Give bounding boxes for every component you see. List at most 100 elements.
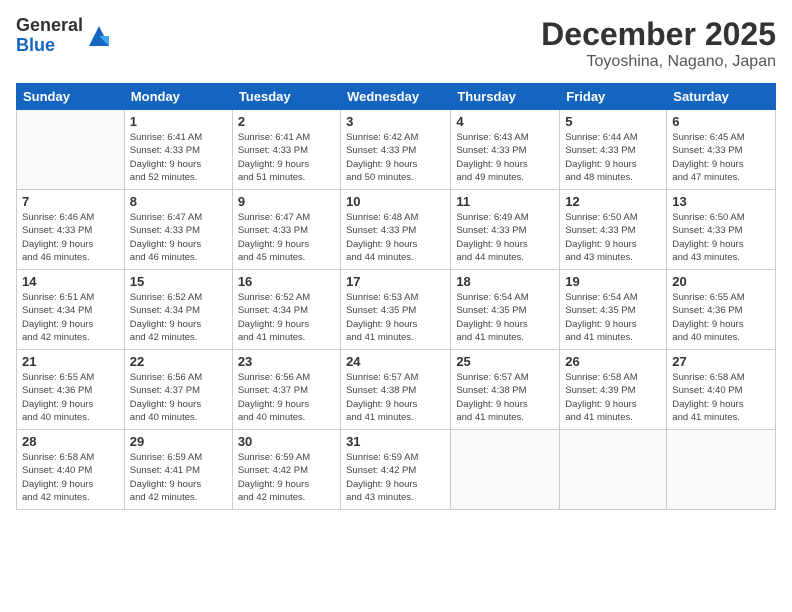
day-number: 9 [238, 194, 335, 209]
day-number: 4 [456, 114, 554, 129]
calendar-week-row: 1 Sunrise: 6:41 AM Sunset: 4:33 PM Daylig… [17, 110, 776, 190]
day-number: 3 [346, 114, 445, 129]
day-number: 29 [130, 434, 227, 449]
calendar-cell: 23 Sunrise: 6:56 AM Sunset: 4:37 PM Dayli… [232, 350, 340, 430]
day-number: 2 [238, 114, 335, 129]
day-info: Sunrise: 6:49 AM Sunset: 4:33 PM Dayligh… [456, 211, 554, 264]
calendar-cell: 24 Sunrise: 6:57 AM Sunset: 4:38 PM Dayli… [341, 350, 451, 430]
calendar-cell: 10 Sunrise: 6:48 AM Sunset: 4:33 PM Dayli… [341, 190, 451, 270]
day-number: 1 [130, 114, 227, 129]
day-info: Sunrise: 6:41 AM Sunset: 4:33 PM Dayligh… [238, 131, 335, 184]
day-info: Sunrise: 6:58 AM Sunset: 4:40 PM Dayligh… [22, 451, 119, 504]
month-title: December 2025 [541, 16, 776, 53]
day-number: 25 [456, 354, 554, 369]
calendar-cell: 7 Sunrise: 6:46 AM Sunset: 4:33 PM Daylig… [17, 190, 125, 270]
day-number: 24 [346, 354, 445, 369]
day-info: Sunrise: 6:55 AM Sunset: 4:36 PM Dayligh… [672, 291, 770, 344]
day-info: Sunrise: 6:52 AM Sunset: 4:34 PM Dayligh… [238, 291, 335, 344]
day-info: Sunrise: 6:59 AM Sunset: 4:42 PM Dayligh… [238, 451, 335, 504]
day-info: Sunrise: 6:46 AM Sunset: 4:33 PM Dayligh… [22, 211, 119, 264]
logo: General Blue [16, 16, 113, 56]
day-info: Sunrise: 6:57 AM Sunset: 4:38 PM Dayligh… [456, 371, 554, 424]
calendar-cell: 1 Sunrise: 6:41 AM Sunset: 4:33 PM Daylig… [124, 110, 232, 190]
logo-general: General [16, 16, 83, 36]
day-info: Sunrise: 6:42 AM Sunset: 4:33 PM Dayligh… [346, 131, 445, 184]
day-number: 31 [346, 434, 445, 449]
calendar-cell [451, 430, 560, 510]
day-info: Sunrise: 6:58 AM Sunset: 4:40 PM Dayligh… [672, 371, 770, 424]
calendar-cell [667, 430, 776, 510]
calendar-cell: 26 Sunrise: 6:58 AM Sunset: 4:39 PM Dayli… [560, 350, 667, 430]
calendar-cell: 29 Sunrise: 6:59 AM Sunset: 4:41 PM Dayli… [124, 430, 232, 510]
calendar-cell: 31 Sunrise: 6:59 AM Sunset: 4:42 PM Dayli… [341, 430, 451, 510]
calendar-cell: 18Sunrise: 6:54 AM Sunset: 4:35 PM Dayli… [451, 270, 560, 350]
day-info: Sunrise: 6:55 AM Sunset: 4:36 PM Dayligh… [22, 371, 119, 424]
calendar-cell: 3 Sunrise: 6:42 AM Sunset: 4:33 PM Daylig… [341, 110, 451, 190]
calendar-cell: 21 Sunrise: 6:55 AM Sunset: 4:36 PM Dayli… [17, 350, 125, 430]
day-number: 12 [565, 194, 661, 209]
weekday-header: Friday [560, 84, 667, 110]
day-number: 13 [672, 194, 770, 209]
day-number: 10 [346, 194, 445, 209]
day-info: Sunrise: 6:59 AM Sunset: 4:42 PM Dayligh… [346, 451, 445, 504]
day-number: 11 [456, 194, 554, 209]
day-number: 23 [238, 354, 335, 369]
header: General Blue December 2025 Toyoshina, Na… [16, 16, 776, 71]
day-info: Sunrise: 6:47 AM Sunset: 4:33 PM Dayligh… [130, 211, 227, 264]
day-number: 7 [22, 194, 119, 209]
day-info: Sunrise: 6:41 AM Sunset: 4:33 PM Dayligh… [130, 131, 227, 184]
day-info: Sunrise: 6:50 AM Sunset: 4:33 PM Dayligh… [565, 211, 661, 264]
calendar-cell: 16Sunrise: 6:52 AM Sunset: 4:34 PM Dayli… [232, 270, 340, 350]
weekday-header: Thursday [451, 84, 560, 110]
day-info: Sunrise: 6:44 AM Sunset: 4:33 PM Dayligh… [565, 131, 661, 184]
day-info: Sunrise: 6:59 AM Sunset: 4:41 PM Dayligh… [130, 451, 227, 504]
calendar-cell: 14Sunrise: 6:51 AM Sunset: 4:34 PM Dayli… [17, 270, 125, 350]
calendar-cell: 15 Sunrise: 6:52 AM Sunset: 4:34 PM Dayli… [124, 270, 232, 350]
day-number: 21 [22, 354, 119, 369]
calendar-cell: 11 Sunrise: 6:49 AM Sunset: 4:33 PM Dayli… [451, 190, 560, 270]
calendar-cell: 28 Sunrise: 6:58 AM Sunset: 4:40 PM Dayli… [17, 430, 125, 510]
day-info: Sunrise: 6:58 AM Sunset: 4:39 PM Dayligh… [565, 371, 661, 424]
calendar-cell: 12 Sunrise: 6:50 AM Sunset: 4:33 PM Dayli… [560, 190, 667, 270]
calendar-header-row: SundayMondayTuesdayWednesdayThursdayFrid… [17, 84, 776, 110]
day-info: Sunrise: 6:52 AM Sunset: 4:34 PM Dayligh… [130, 291, 227, 344]
calendar-cell [17, 110, 125, 190]
day-number: 5 [565, 114, 661, 129]
calendar-week-row: 21 Sunrise: 6:55 AM Sunset: 4:36 PM Dayli… [17, 350, 776, 430]
day-info: Sunrise: 6:48 AM Sunset: 4:33 PM Dayligh… [346, 211, 445, 264]
calendar-cell: 4 Sunrise: 6:43 AM Sunset: 4:33 PM Daylig… [451, 110, 560, 190]
weekday-header: Monday [124, 84, 232, 110]
calendar-cell: 9Sunrise: 6:47 AM Sunset: 4:33 PM Daylig… [232, 190, 340, 270]
calendar-cell [560, 430, 667, 510]
calendar-cell: 30 Sunrise: 6:59 AM Sunset: 4:42 PM Dayli… [232, 430, 340, 510]
calendar-cell: 8 Sunrise: 6:47 AM Sunset: 4:33 PM Daylig… [124, 190, 232, 270]
day-number: 20 [672, 274, 770, 289]
day-info: Sunrise: 6:45 AM Sunset: 4:33 PM Dayligh… [672, 131, 770, 184]
day-number: 26 [565, 354, 661, 369]
calendar-cell: 19 Sunrise: 6:54 AM Sunset: 4:35 PM Dayli… [560, 270, 667, 350]
location-title: Toyoshina, Nagano, Japan [541, 53, 776, 71]
weekday-header: Wednesday [341, 84, 451, 110]
day-number: 28 [22, 434, 119, 449]
calendar-cell: 25 Sunrise: 6:57 AM Sunset: 4:38 PM Dayli… [451, 350, 560, 430]
calendar-cell: 22Sunrise: 6:56 AM Sunset: 4:37 PM Dayli… [124, 350, 232, 430]
day-info: Sunrise: 6:56 AM Sunset: 4:37 PM Dayligh… [238, 371, 335, 424]
logo-text: General Blue [16, 16, 83, 56]
weekday-header: Saturday [667, 84, 776, 110]
title-section: December 2025 Toyoshina, Nagano, Japan [541, 16, 776, 71]
day-info: Sunrise: 6:57 AM Sunset: 4:38 PM Dayligh… [346, 371, 445, 424]
calendar: SundayMondayTuesdayWednesdayThursdayFrid… [16, 83, 776, 510]
day-number: 15 [130, 274, 227, 289]
day-info: Sunrise: 6:53 AM Sunset: 4:35 PM Dayligh… [346, 291, 445, 344]
calendar-cell: 5 Sunrise: 6:44 AM Sunset: 4:33 PM Daylig… [560, 110, 667, 190]
page: General Blue December 2025 Toyoshina, Na… [0, 0, 792, 612]
day-number: 30 [238, 434, 335, 449]
calendar-cell: 27Sunrise: 6:58 AM Sunset: 4:40 PM Dayli… [667, 350, 776, 430]
calendar-cell: 13Sunrise: 6:50 AM Sunset: 4:33 PM Dayli… [667, 190, 776, 270]
day-number: 8 [130, 194, 227, 209]
day-number: 18 [456, 274, 554, 289]
day-info: Sunrise: 6:43 AM Sunset: 4:33 PM Dayligh… [456, 131, 554, 184]
day-number: 19 [565, 274, 661, 289]
day-info: Sunrise: 6:54 AM Sunset: 4:35 PM Dayligh… [565, 291, 661, 344]
calendar-week-row: 28 Sunrise: 6:58 AM Sunset: 4:40 PM Dayli… [17, 430, 776, 510]
